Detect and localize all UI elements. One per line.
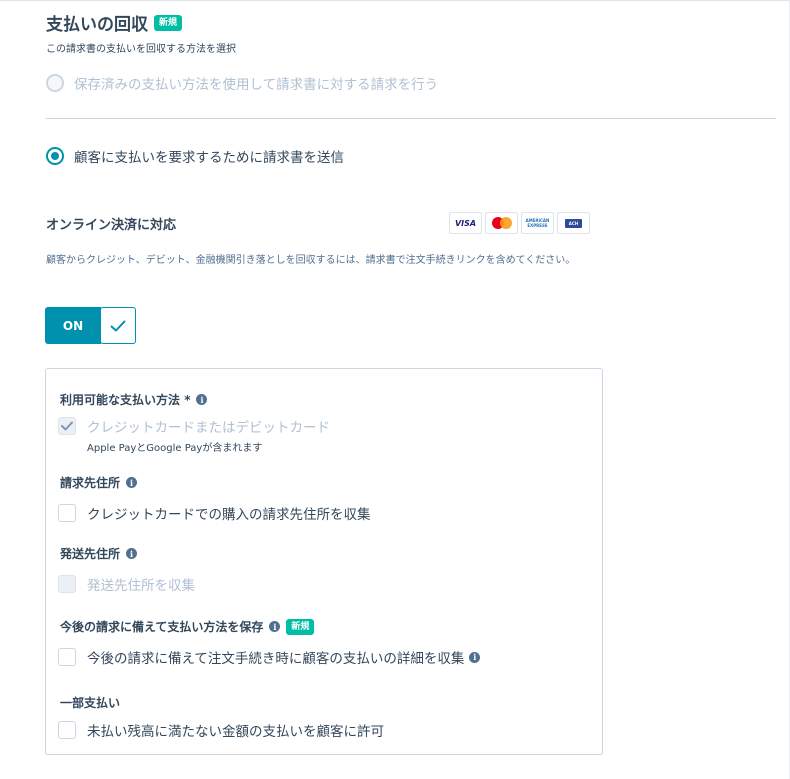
radio-button[interactable] xyxy=(46,74,64,92)
page-subtitle: この請求書の支払いを回収する方法を選択 xyxy=(46,44,236,55)
divider xyxy=(46,118,776,119)
payment-methods-label: 利用可能な支払い方法 * i xyxy=(60,391,208,408)
checkbox-billing-address[interactable]: クレジットカードでの購入の請求先住所を収集 xyxy=(58,503,371,523)
mastercard-logo xyxy=(485,212,518,234)
visa-logo: VISA xyxy=(449,212,482,234)
checkbox[interactable] xyxy=(58,721,76,739)
checkbox-label: 未払い残高に満たない金額の支払いを顧客に許可 xyxy=(87,724,384,740)
amex-logo: AMERICAN EXPRESS xyxy=(521,212,554,234)
ach-logo: ACH xyxy=(557,212,590,234)
checkbox-partial-payment[interactable]: 未払い残高に満たない金額の支払いを顧客に許可 xyxy=(58,720,384,740)
shipping-address-label: 発送先住所 i xyxy=(60,545,138,562)
radio-option-charge-saved-method[interactable]: 保存済みの支払い方法を使用して請求書に対する請求を行う xyxy=(46,73,438,93)
toggle-check-icon[interactable] xyxy=(100,307,136,344)
checkbox-credit-debit-card[interactable]: クレジットカードまたはデビットカード xyxy=(58,416,330,436)
checkbox-checked-disabled[interactable] xyxy=(58,417,76,435)
checkbox-save-payment-details[interactable]: 今後の請求に備えて注文手続き時に顧客の支払いの詳細を収集 i xyxy=(58,647,481,667)
radio-option-send-invoice[interactable]: 顧客に支払いを要求するために請求書を送信 xyxy=(46,146,344,166)
online-payment-title: オンライン決済に対応 xyxy=(46,218,177,233)
info-icon[interactable]: i xyxy=(126,477,138,488)
page-title: 支払いの回収 xyxy=(46,15,148,35)
section-header: 支払いの回収 新規 xyxy=(46,10,183,35)
online-payment-toggle[interactable]: ON xyxy=(45,307,137,344)
wallet-note: Apple PayとGoogle Payが含まれます xyxy=(87,443,263,454)
checkbox[interactable] xyxy=(58,504,76,522)
radio-label: 保存済みの支払い方法を使用して請求書に対する請求を行う xyxy=(74,77,439,93)
partial-payment-label: 一部支払い xyxy=(60,696,121,710)
info-icon[interactable]: i xyxy=(196,394,208,405)
radio-button-selected[interactable] xyxy=(46,147,64,165)
accepted-cards: VISA AMERICAN EXPRESS ACH xyxy=(449,212,590,234)
checkbox[interactable] xyxy=(58,648,76,666)
online-payment-description: 顧客からクレジット、デビット、金融機関引き落としを回収するには、請求書で注文手続… xyxy=(46,255,576,266)
save-method-label: 今後の請求に備えて支払い方法を保存 i 新規 xyxy=(60,618,315,635)
billing-address-label: 請求先住所 i xyxy=(60,474,138,491)
checkbox-label: 今後の請求に備えて注文手続き時に顧客の支払いの詳細を収集 xyxy=(87,651,465,667)
info-icon[interactable]: i xyxy=(269,621,281,632)
checkbox-label: 発送先住所を収集 xyxy=(87,578,195,594)
new-badge: 新規 xyxy=(154,14,183,31)
radio-label: 顧客に支払いを要求するために請求書を送信 xyxy=(74,150,344,166)
checkbox-label: クレジットカードでの購入の請求先住所を収集 xyxy=(87,507,371,523)
checkbox-label: クレジットカードまたはデビットカード xyxy=(87,420,330,436)
info-icon[interactable]: i xyxy=(469,651,481,663)
info-icon[interactable]: i xyxy=(126,548,138,559)
checkbox-disabled[interactable] xyxy=(58,575,76,593)
top-border xyxy=(0,0,790,1)
checkbox-shipping-address[interactable]: 発送先住所を収集 xyxy=(58,574,195,594)
new-badge: 新規 xyxy=(286,618,315,635)
toggle-on-label[interactable]: ON xyxy=(45,307,101,344)
